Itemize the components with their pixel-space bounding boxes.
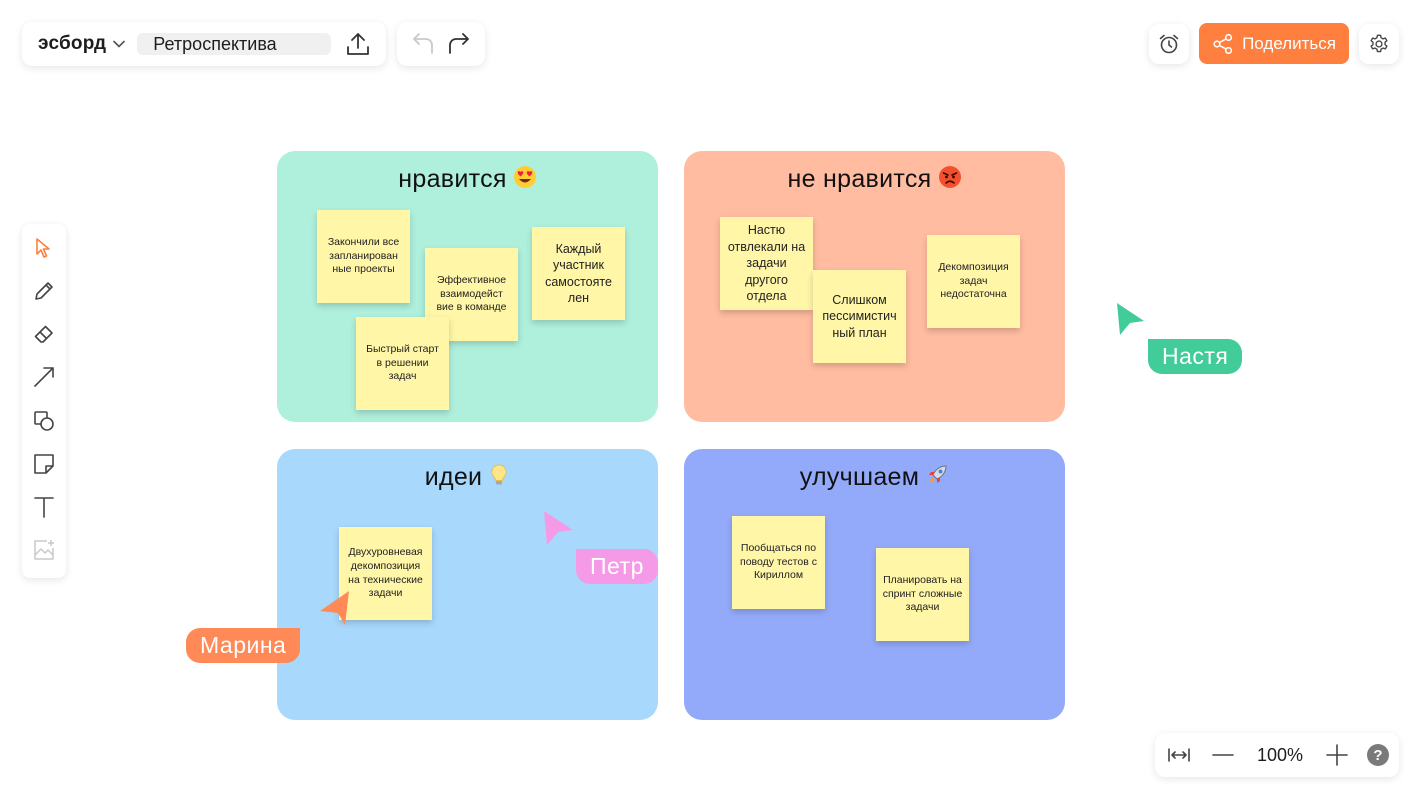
zoom-out-icon[interactable] (1209, 741, 1237, 769)
chevron-down-icon[interactable] (113, 40, 126, 48)
zone-title-label: идеи (424, 463, 483, 492)
sticky-note[interactable]: Закончили все запланирован ные проекты (317, 210, 410, 303)
sticky-note[interactable]: Настю отвлекали на задачи другого отдела (720, 217, 813, 310)
undo-icon[interactable] (408, 29, 438, 59)
cursor-arrow-icon (1115, 302, 1145, 341)
collaborator-name-tag: Марина (186, 628, 301, 663)
board-header-panel: эсборд Ретроспектива (22, 22, 386, 66)
settings-button[interactable] (1359, 24, 1399, 64)
sticky-note[interactable]: Каждый участник самостояте лен (532, 227, 625, 320)
zone-title: идеи (277, 463, 658, 494)
share-button-label: Поделиться (1242, 33, 1336, 53)
export-icon[interactable] (345, 30, 372, 58)
light-bulb-icon (488, 463, 510, 494)
sticky-note[interactable]: Планировать на спринт сложные задачи (876, 548, 969, 641)
zone-title-label: нравится (398, 165, 507, 194)
zone-title-label: не нравится (787, 165, 932, 194)
zone-improve[interactable]: улучшаем Пообщаться по поводу тестов с К… (684, 449, 1065, 720)
sticky-note[interactable]: Декомпозиция задач недостаточна (927, 235, 1020, 328)
zone-title-label: улучшаем (799, 463, 920, 492)
brand-name[interactable]: эсборд (38, 33, 106, 55)
angry-face-icon (938, 165, 962, 196)
zone-title: нравится (277, 165, 658, 196)
alarm-clock-icon (1158, 33, 1180, 55)
board-title-input[interactable]: Ретроспектива (137, 33, 331, 55)
share-icon (1212, 33, 1234, 55)
image-icon[interactable] (28, 535, 60, 566)
sticky-note[interactable]: Быстрый старт в решении задач (356, 317, 449, 410)
cursor-arrow-icon (318, 589, 352, 632)
zone-title: не нравится (684, 165, 1065, 196)
drawing-toolbar (22, 224, 66, 578)
line-icon[interactable] (28, 362, 60, 393)
select-icon[interactable] (28, 232, 60, 263)
zoom-panel: 100% ? (1155, 733, 1399, 777)
zone-like[interactable]: нравится Закончили все запланирован ные … (277, 151, 658, 422)
sticky-note-icon[interactable] (28, 448, 60, 479)
history-panel (397, 22, 485, 66)
zoom-in-icon[interactable] (1323, 741, 1351, 769)
timer-button[interactable] (1149, 24, 1189, 64)
eraser-icon[interactable] (28, 319, 60, 350)
smiling-face-heart-eyes-icon (513, 165, 537, 196)
sticky-note[interactable]: Двухуровневая декомпозиция на технически… (339, 527, 432, 620)
cursor-arrow-icon (542, 510, 574, 551)
shapes-icon[interactable] (28, 405, 60, 436)
help-button[interactable]: ? (1367, 744, 1389, 766)
sticky-note[interactable]: Слишком пессимистич ный план (813, 270, 906, 363)
collaborator-name-tag: Петр (576, 549, 658, 584)
zone-dislike[interactable]: не нравится Настю отвлекали на задачи др… (684, 151, 1065, 422)
zoom-level[interactable]: 100% (1253, 745, 1307, 766)
share-button[interactable]: Поделиться (1199, 23, 1349, 64)
pen-icon[interactable] (28, 275, 60, 306)
zone-ideas[interactable]: идеи Двухуровневая декомпозиция на техни… (277, 449, 658, 720)
collaborator-name-tag: Настя (1148, 339, 1243, 374)
gear-icon (1368, 33, 1390, 55)
rocket-icon (925, 463, 949, 494)
redo-icon[interactable] (444, 29, 474, 59)
text-icon[interactable] (28, 492, 60, 523)
zone-title: улучшаем (684, 463, 1065, 494)
fit-width-icon[interactable] (1165, 741, 1193, 769)
sticky-note[interactable]: Пообщаться по поводу тестов с Кириллом (732, 516, 825, 609)
